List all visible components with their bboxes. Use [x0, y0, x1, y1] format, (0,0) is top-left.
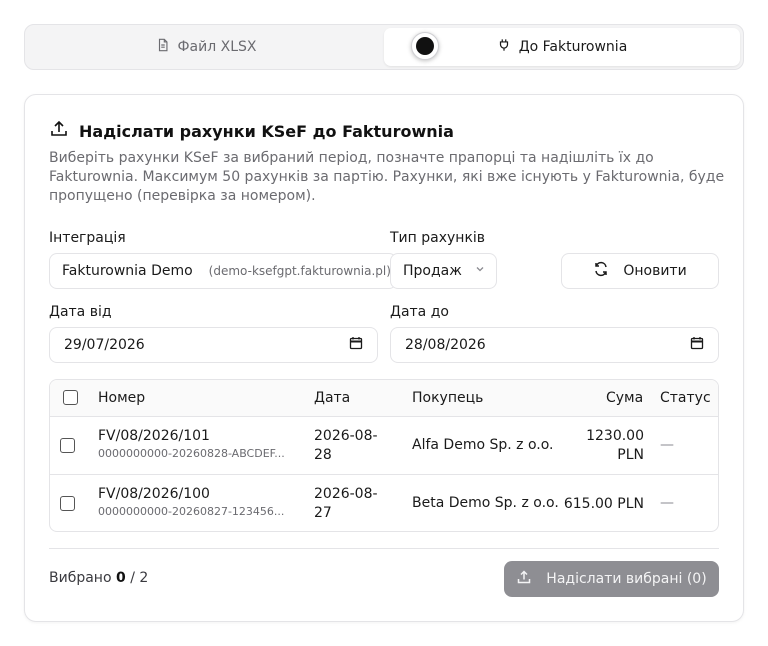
tab-fakturownia-label: До Fakturownia [518, 39, 628, 55]
tab-bar: Файл XLSX До Fakturownia [24, 24, 744, 70]
amount-line2: PLN [617, 447, 644, 463]
refresh-label: Оновити [623, 263, 687, 279]
upload-icon [516, 569, 532, 589]
date-from-value: 29/07/2026 [64, 337, 145, 353]
buyer-name: Beta Demo Sp. z o.o. [412, 495, 559, 511]
row-checkbox[interactable] [60, 496, 75, 511]
select-all-checkbox[interactable] [63, 390, 78, 405]
selected-count: 0 [115, 570, 126, 586]
tab-xlsx-file[interactable]: Файл XLSX [28, 28, 384, 66]
date-to-value: 28/08/2026 [405, 337, 486, 353]
file-icon [156, 38, 170, 56]
date-from-input[interactable]: 29/07/2026 [49, 327, 378, 363]
invoice-date-line2: 28 [314, 447, 332, 463]
invoice-type-label: Тип рахунків [390, 230, 486, 246]
table-header-row: Номер Дата Покупець Сума Статус [50, 380, 718, 417]
header-date: Дата [314, 390, 351, 406]
send-invoices-card: Надіслати рахунки KSeF до Fakturownia Ви… [24, 94, 744, 622]
table-row[interactable]: FV/08/2026/101 0000000000-20260828-ABCDE… [50, 417, 718, 475]
amount-cell: 615.00 PLN [540, 495, 644, 514]
amount-line1: 1230.00 [586, 428, 644, 444]
header-status: Статус [660, 390, 711, 406]
card-description: Виберіть рахунки KSeF за вибраний період… [49, 150, 725, 204]
invoice-date-cell: 2026-08- 27 [314, 485, 378, 523]
plug-icon [497, 38, 511, 56]
selected-counter: Вибрано 0 / 2 [49, 570, 148, 586]
header-number: Номер [98, 390, 146, 406]
date-from-label: Дата від [49, 304, 112, 320]
integration-label: Інтеграція [49, 230, 126, 246]
buyer-name: Alfa Demo Sp. z o.o. [412, 437, 554, 453]
table-row[interactable]: FV/08/2026/100 0000000000-20260827-12345… [50, 475, 718, 531]
invoices-table: Номер Дата Покупець Сума Статус FV/08/20… [49, 379, 719, 532]
refresh-button[interactable]: Оновити [561, 253, 719, 289]
date-to-input[interactable]: 28/08/2026 [390, 327, 719, 363]
status-value: — [660, 495, 674, 511]
invoice-number: FV/08/2026/101 [98, 428, 210, 444]
amount-line1: 615.00 PLN [563, 496, 644, 512]
invoice-number: FV/08/2026/100 [98, 486, 210, 502]
header-amount: Сума [606, 390, 644, 406]
invoice-type-value: Продаж [403, 263, 462, 279]
chevron-down-icon [470, 263, 486, 279]
send-selected-button[interactable]: Надіслати вибрані (0) [504, 561, 719, 597]
invoice-type-select[interactable]: Продаж [390, 253, 497, 289]
calendar-icon[interactable] [690, 336, 704, 354]
selected-label: Вибрано [49, 570, 112, 586]
calendar-icon[interactable] [349, 336, 363, 354]
card-title: Надіслати рахунки KSeF до Fakturownia [79, 121, 454, 141]
ksef-id: 0000000000-20260828-ABCDEF... [98, 447, 285, 460]
date-to-label: Дата до [390, 304, 449, 320]
ksef-id: 0000000000-20260827-123456... [98, 505, 285, 518]
status-value: — [660, 437, 674, 453]
invoice-number-cell: FV/08/2026/101 0000000000-20260828-ABCDE… [98, 428, 303, 460]
invoice-date-line1: 2026-08- [314, 486, 378, 502]
send-selected-label: Надіслати вибрані (0) [546, 571, 707, 587]
card-header: Надіслати рахунки KSeF до Fakturownia [49, 119, 454, 143]
selected-total: / 2 [130, 570, 149, 586]
row-checkbox[interactable] [60, 438, 75, 453]
tab-xlsx-label: Файл XLSX [177, 39, 257, 55]
invoice-number-cell: FV/08/2026/100 0000000000-20260827-12345… [98, 486, 303, 518]
footer-divider [49, 548, 719, 549]
cursor-indicator [411, 32, 439, 60]
amount-cell: 1230.00 PLN [570, 427, 644, 465]
integration-domain: (demo-ksefgpt.fakturownia.pl) [208, 264, 391, 278]
header-buyer: Покупець [412, 390, 484, 406]
refresh-icon [593, 261, 609, 281]
upload-icon [49, 119, 69, 143]
invoice-date-line2: 27 [314, 505, 332, 521]
invoice-date-cell: 2026-08- 28 [314, 427, 378, 465]
invoice-date-line1: 2026-08- [314, 428, 378, 444]
integration-select[interactable]: Fakturownia Demo (demo-ksefgpt.fakturown… [49, 253, 397, 289]
integration-value: Fakturownia Demo [62, 263, 193, 279]
